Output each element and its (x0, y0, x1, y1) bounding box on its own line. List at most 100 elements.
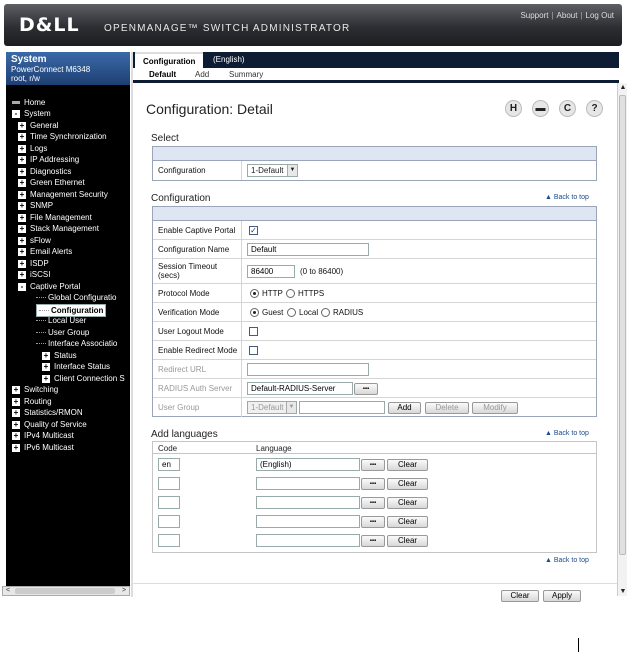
back-to-top-link[interactable]: ▲ Back to top (545, 194, 589, 201)
language-clear-button[interactable]: Clear (387, 516, 428, 528)
expand-icon[interactable]: + (12, 420, 20, 429)
language-code-input[interactable] (158, 496, 180, 509)
expand-icon[interactable]: + (12, 443, 20, 452)
expand-icon[interactable]: + (12, 397, 20, 406)
scroll-down-icon[interactable]: ▼ (619, 587, 627, 596)
language-name-input[interactable] (256, 477, 360, 490)
language-clear-button[interactable]: Clear (387, 478, 428, 490)
language-name-input[interactable] (256, 515, 360, 528)
expand-icon[interactable]: + (12, 431, 20, 440)
print-icon[interactable]: ▬ (532, 100, 549, 117)
main-vertical-scrollbar[interactable]: ▲ ▼ (617, 83, 627, 596)
nav-item-interface-associatio[interactable]: Interface Associatio (36, 338, 117, 349)
language-code-input[interactable] (158, 477, 180, 490)
expand-icon[interactable]: + (42, 362, 50, 371)
language-code-input[interactable] (158, 515, 180, 528)
nav-item-iscsi[interactable]: + iSCSI (18, 269, 50, 280)
nav-item-general[interactable]: + General (18, 120, 58, 131)
language-browse-button[interactable]: ▪▪▪ (361, 535, 385, 547)
nav-item-captive-portal[interactable]: - Captive Portal (18, 281, 80, 292)
expand-icon[interactable]: + (18, 167, 26, 176)
session-timeout-input[interactable]: 86400 (247, 265, 295, 278)
scrollbar-thumb[interactable] (15, 588, 115, 594)
protocol-http-radio[interactable] (250, 289, 259, 298)
nav-item-diagnostics[interactable]: + Diagnostics (18, 166, 71, 177)
expand-icon[interactable]: + (42, 374, 50, 383)
nav-item-quality-of-service[interactable]: + Quality of Service (12, 419, 87, 430)
user-logout-mode-checkbox[interactable] (249, 327, 258, 336)
language-name-input[interactable] (256, 534, 360, 547)
protocol-https-radio[interactable] (286, 289, 295, 298)
language-code-input[interactable] (158, 534, 180, 547)
nav-item-status[interactable]: + Status (42, 350, 77, 361)
language-browse-button[interactable]: ▪▪▪ (361, 459, 385, 471)
expand-icon[interactable]: + (18, 224, 26, 233)
language-code-input[interactable]: en (158, 458, 180, 471)
nav-item-green-ethernet[interactable]: + Green Ethernet (18, 177, 85, 188)
expand-icon[interactable]: + (18, 144, 26, 153)
expand-icon[interactable]: + (18, 247, 26, 256)
back-to-top-link[interactable]: ▲ Back to top (545, 430, 589, 437)
nav-item-interface-status[interactable]: + Interface Status (42, 361, 110, 372)
language-browse-button[interactable]: ▪▪▪ (361, 478, 385, 490)
nav-item-client-connection-s[interactable]: + Client Connection S (42, 373, 125, 384)
nav-item-ipv4-multicast[interactable]: + IPv4 Multicast (12, 430, 74, 441)
user-group-select[interactable]: 1-Default ▼ (247, 401, 297, 414)
subtab-add[interactable]: Add (195, 70, 209, 79)
user-group-add-button[interactable]: Add (388, 402, 421, 414)
help-icon[interactable]: ? (586, 100, 603, 117)
nav-item-management-security[interactable]: + Management Security (18, 189, 108, 200)
language-clear-button[interactable]: Clear (387, 535, 428, 547)
support-link[interactable]: Support (520, 11, 548, 20)
subtab-summary[interactable]: Summary (229, 70, 263, 79)
nav-item-statistics-rmon[interactable]: + Statistics/RMON (12, 407, 83, 418)
nav-item-stack-management[interactable]: + Stack Management (18, 223, 99, 234)
configuration-select[interactable]: 1-Default ▼ (247, 164, 298, 177)
nav-item-file-management[interactable]: + File Management (18, 212, 92, 223)
nav-item-local-user[interactable]: Local User (36, 315, 86, 326)
language-browse-button[interactable]: ▪▪▪ (361, 516, 385, 528)
nav-item-snmp[interactable]: + SNMP (18, 200, 53, 211)
logout-link[interactable]: Log Out (586, 11, 614, 20)
nav-item-ipv6-multicast[interactable]: + IPv6 Multicast (12, 442, 74, 453)
nav-item-routing[interactable]: + Routing (12, 396, 52, 407)
nav-item-ip-addressing[interactable]: + IP Addressing (18, 154, 79, 165)
scroll-up-icon[interactable]: ▲ (619, 83, 627, 92)
nav-horizontal-scrollbar[interactable]: < > (2, 586, 130, 596)
expand-icon[interactable]: + (18, 201, 26, 210)
user-group-modify-button[interactable]: Modify (472, 402, 518, 414)
redirect-url-input[interactable] (247, 363, 369, 376)
scrollbar-thumb[interactable] (619, 95, 626, 555)
nav-item-logs[interactable]: + Logs (18, 143, 47, 154)
apply-button[interactable]: Apply (543, 590, 581, 602)
nav-item-system[interactable]: - System (12, 108, 51, 119)
expand-icon[interactable]: + (18, 236, 26, 245)
nav-item-user-group[interactable]: User Group (36, 327, 89, 338)
nav-item-global-configuratio[interactable]: Global Configuratio (36, 292, 116, 303)
expand-icon[interactable]: + (18, 155, 26, 164)
language-name-input[interactable] (256, 496, 360, 509)
nav-item-home[interactable]: Home (12, 97, 45, 108)
nav-item-switching[interactable]: + Switching (12, 384, 58, 395)
expand-icon[interactable]: + (12, 385, 20, 394)
enable-redirect-mode-checkbox[interactable] (249, 346, 258, 355)
language-browse-button[interactable]: ▪▪▪ (361, 497, 385, 509)
save-icon[interactable]: H (505, 100, 522, 117)
tab-configuration[interactable]: Configuration (135, 52, 204, 68)
about-link[interactable]: About (557, 11, 578, 20)
clear-button[interactable]: Clear (501, 590, 539, 602)
expand-icon[interactable]: + (18, 213, 26, 222)
expand-icon[interactable]: + (18, 132, 26, 141)
expand-icon[interactable]: + (18, 190, 26, 199)
enable-captive-portal-checkbox[interactable]: ✓ (249, 226, 258, 235)
expand-icon[interactable]: + (18, 270, 26, 279)
nav-item-sflow[interactable]: + sFlow (18, 235, 51, 246)
expand-icon[interactable]: + (18, 259, 26, 268)
expand-icon[interactable]: + (42, 351, 50, 360)
verification-guest-radio[interactable] (250, 308, 259, 317)
back-to-top-link[interactable]: ▲ Back to top (545, 557, 589, 564)
configuration-name-input[interactable]: Default (247, 243, 369, 256)
verification-radius-radio[interactable] (321, 308, 330, 317)
scroll-right-icon[interactable]: > (119, 587, 129, 595)
language-name-input[interactable]: (English) (256, 458, 360, 471)
